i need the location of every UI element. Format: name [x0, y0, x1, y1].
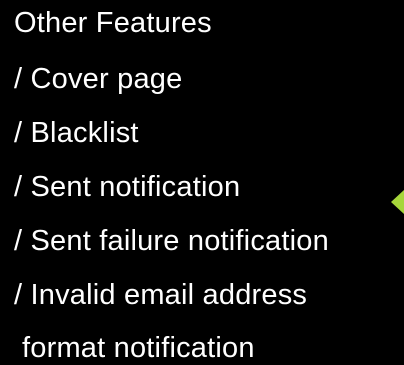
feature-item-blacklist: / Blacklist — [14, 117, 139, 149]
left-pointer-arrow-icon — [391, 190, 404, 214]
features-panel: Other Features / Cover page / Blacklist … — [0, 0, 404, 364]
feature-item-sent-failure-notification: / Sent failure notification — [14, 225, 329, 257]
feature-item-cover-page: / Cover page — [14, 63, 183, 95]
features-heading: Other Features — [14, 7, 212, 39]
feature-item-sent-notification: / Sent notification — [14, 171, 241, 203]
feature-item-invalid-email-address: / Invalid email address — [14, 279, 308, 311]
feature-item-invalid-email-continuation: format notification — [22, 332, 255, 364]
